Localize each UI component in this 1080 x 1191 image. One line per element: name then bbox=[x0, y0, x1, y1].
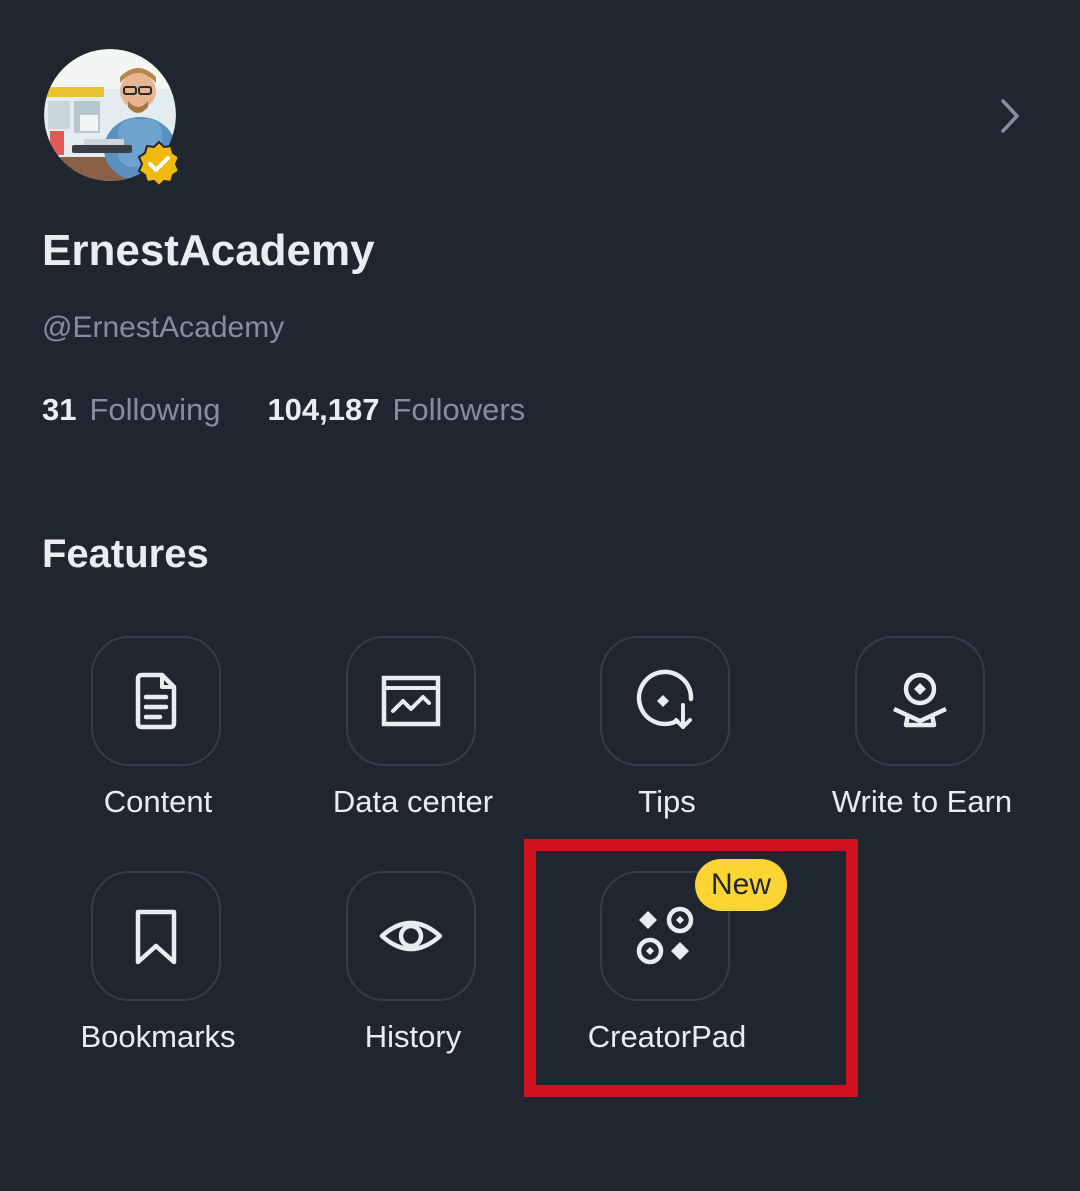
document-icon bbox=[135, 672, 177, 730]
feature-label: Data center bbox=[332, 784, 494, 819]
following-count: 31 bbox=[42, 392, 77, 427]
verified-badge-icon bbox=[137, 140, 181, 188]
followers-label: Followers bbox=[392, 392, 526, 427]
profile-name: ErnestAcademy bbox=[42, 226, 375, 275]
profile-stats: 31 Following 104,187 Followers bbox=[42, 392, 525, 428]
feature-label: Content bbox=[103, 784, 213, 819]
tips-icon bbox=[636, 669, 694, 729]
creatorpad-icon bbox=[636, 906, 694, 965]
feature-tile bbox=[91, 636, 221, 766]
chart-icon bbox=[381, 675, 441, 727]
feature-history[interactable]: History bbox=[286, 871, 540, 1071]
feature-tile bbox=[91, 871, 221, 1001]
followers-count: 104,187 bbox=[267, 392, 380, 427]
feature-data-center[interactable]: Data center bbox=[286, 636, 540, 836]
profile-handle: @ErnestAcademy bbox=[42, 311, 285, 344]
new-badge: New bbox=[695, 859, 787, 911]
feature-label: Bookmarks bbox=[80, 1019, 236, 1054]
feature-label: Write to Earn bbox=[831, 784, 1013, 819]
feature-label: CreatorPad bbox=[587, 1019, 747, 1054]
feature-tile bbox=[855, 636, 985, 766]
following-stat[interactable]: 31 Following bbox=[42, 392, 220, 428]
feature-write-to-earn[interactable]: Write to Earn bbox=[795, 636, 1049, 836]
avatar[interactable] bbox=[44, 49, 181, 188]
feature-label: Tips bbox=[638, 784, 696, 819]
chevron-right-icon[interactable] bbox=[990, 96, 1030, 136]
feature-tips[interactable]: Tips bbox=[540, 636, 794, 836]
feature-bookmarks[interactable]: Bookmarks bbox=[31, 871, 285, 1071]
write-to-earn-icon bbox=[893, 672, 947, 728]
feature-tile bbox=[346, 871, 476, 1001]
following-label: Following bbox=[89, 392, 221, 427]
feature-label: History bbox=[364, 1019, 462, 1054]
followers-stat[interactable]: 104,187 Followers bbox=[267, 392, 525, 428]
features-title: Features bbox=[42, 532, 209, 576]
feature-content[interactable]: Content bbox=[31, 636, 285, 836]
feature-tile bbox=[346, 636, 476, 766]
bookmark-icon bbox=[135, 909, 177, 965]
feature-tile bbox=[600, 636, 730, 766]
eye-icon bbox=[379, 920, 443, 952]
